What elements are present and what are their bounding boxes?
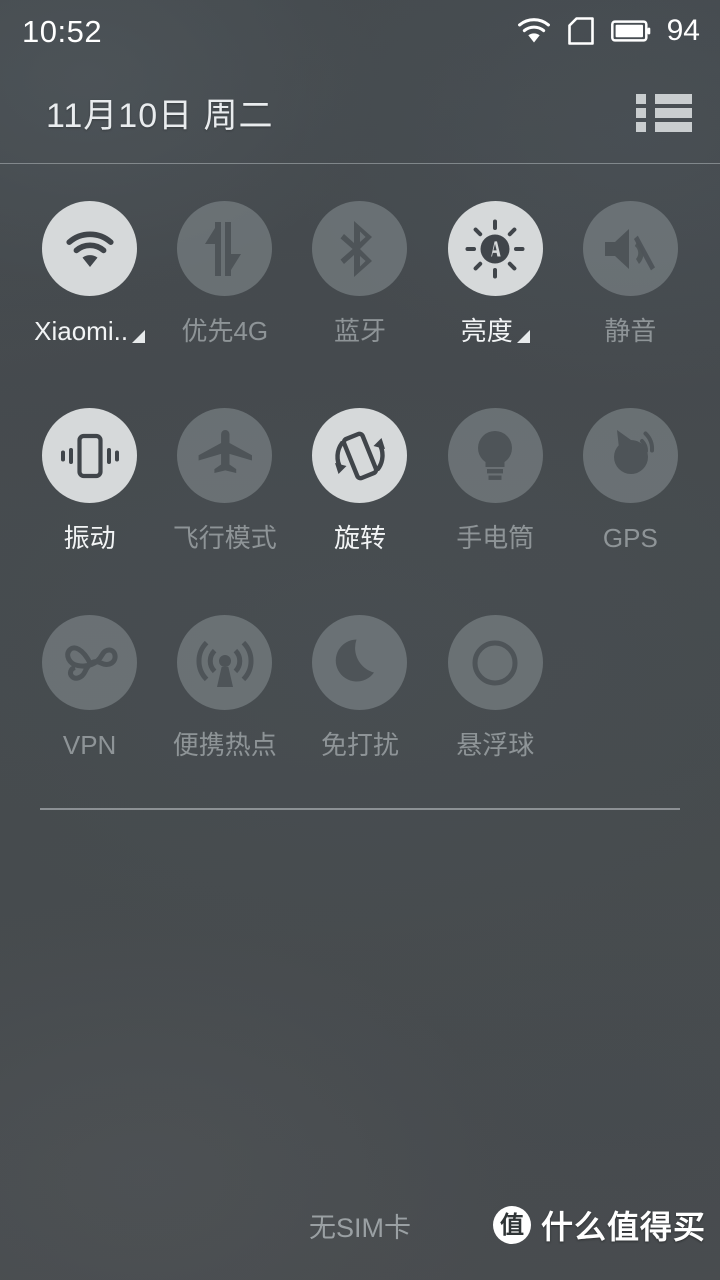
quick-tile-brightness[interactable]: 亮度 (428, 186, 563, 367)
quick-tile-label-row: 静音 (604, 318, 656, 344)
quick-tile-data[interactable]: 优先4G (157, 186, 292, 367)
quick-tile-label: 振动 (63, 523, 116, 553)
quick-tile-label: VPN (62, 730, 117, 760)
expand-triangle-icon[interactable] (132, 330, 146, 343)
vibrate-icon (42, 408, 138, 503)
battery-percent-label: 94 (666, 14, 700, 47)
expand-triangle-icon[interactable] (516, 330, 530, 343)
menu-bullet (636, 93, 646, 104)
airplane-icon (177, 408, 273, 503)
quick-tile-airplane[interactable]: 飞行模式 (157, 393, 292, 574)
quick-tile-hotspot[interactable]: 便携热点 (157, 600, 292, 781)
flashlight-bulb-icon (447, 408, 543, 503)
bluetooth-icon (312, 201, 408, 296)
ring-icon (447, 615, 543, 710)
quick-tile-label-row: 悬浮球 (456, 732, 534, 758)
quick-tile-label-row: 便携热点 (173, 732, 277, 758)
quick-tile-label-row: 飞行模式 (173, 525, 277, 551)
screen-rotate-icon (312, 408, 408, 503)
header-divider (0, 163, 720, 164)
wifi-icon (42, 201, 138, 296)
quick-tile-label-row: 优先4G (181, 318, 268, 344)
quick-settings-grid: Xiaomi.. 优先4G 蓝牙 亮度 静音 振动 飞行模式 旋转 手电筒 GP… (0, 186, 720, 781)
data-arrows-icon (177, 201, 273, 296)
quick-tile-bluetooth[interactable]: 蓝牙 (292, 186, 427, 367)
quick-tile-label: 亮度 (460, 316, 513, 346)
quick-tile-vibrate[interactable]: 振动 (22, 393, 157, 574)
quick-tile-label: 免打扰 (320, 730, 399, 760)
quick-tile-rotate[interactable]: 旋转 (292, 393, 427, 574)
menu-row (636, 107, 692, 118)
quick-tile-label-row: 亮度 (461, 318, 530, 344)
quick-tile-label: 便携热点 (172, 730, 277, 760)
sim-card-icon (567, 16, 595, 46)
watermark-label: 什么值得买 (540, 1209, 706, 1245)
list-menu-icon[interactable] (636, 91, 692, 135)
quick-tile-vpn[interactable]: VPN (22, 600, 157, 781)
panel-divider (40, 808, 680, 810)
moon-icon (312, 615, 408, 710)
watermark: 值 什么值得买 (492, 1202, 706, 1248)
quick-tile-label: 优先4G (181, 316, 269, 346)
vpn-key-icon (42, 615, 138, 710)
quick-tile-label: 静音 (604, 316, 657, 346)
quick-tile-label-row: VPN (63, 732, 116, 758)
quick-tile-label-row: 免打扰 (321, 732, 399, 758)
bottom-bar: 无SIM卡 值 什么值得买 (0, 1190, 720, 1280)
quick-tile-wifi[interactable]: Xiaomi.. (22, 186, 157, 367)
quick-tile-label-row: GPS (603, 525, 658, 551)
menu-row (636, 93, 692, 104)
quick-tile-dnd[interactable]: 免打扰 (292, 600, 427, 781)
menu-bullet (636, 107, 646, 118)
quick-tile-label-row: 蓝牙 (334, 318, 386, 344)
menu-line (655, 107, 692, 118)
quick-tile-label-row: 手电筒 (456, 525, 534, 551)
quick-tile-label-row: 旋转 (334, 525, 386, 551)
watermark-logo-icon: 值 (492, 1206, 531, 1244)
menu-line (655, 121, 692, 132)
date-label: 11月10日 周二 (46, 97, 274, 135)
brightness-auto-icon (447, 201, 543, 296)
quick-tile-label-row: 振动 (64, 525, 116, 551)
status-icon-group: 94 (517, 16, 700, 46)
panel-header: 11月10日 周二 (0, 62, 720, 163)
quick-tile-label: 蓝牙 (333, 316, 386, 346)
quick-tile-gps[interactable]: GPS (563, 393, 698, 574)
quick-tile-label: 手电筒 (456, 523, 535, 553)
quick-tile-label-row: Xiaomi.. (34, 316, 146, 346)
quick-tile-label: Xiaomi.. (34, 316, 129, 346)
hotspot-icon (177, 615, 273, 710)
menu-bullet (636, 121, 646, 132)
battery-icon (610, 19, 651, 43)
quick-tile-floatball[interactable]: 悬浮球 (428, 600, 563, 781)
quick-tile-label: GPS (602, 523, 658, 553)
quick-tile-label: 悬浮球 (456, 730, 535, 760)
menu-line (655, 93, 692, 104)
quick-tile-mute[interactable]: 静音 (563, 186, 698, 367)
status-bar: 10:52 94 (0, 0, 720, 62)
quick-tile-label: 旋转 (333, 523, 386, 553)
wifi-icon (517, 18, 551, 44)
menu-row (636, 121, 692, 132)
quick-tile-label: 飞行模式 (172, 523, 277, 553)
status-clock: 10:52 (22, 13, 103, 49)
volume-mute-icon (582, 201, 678, 296)
gps-icon (582, 408, 678, 503)
quick-tile-flashlight[interactable]: 手电筒 (428, 393, 563, 574)
